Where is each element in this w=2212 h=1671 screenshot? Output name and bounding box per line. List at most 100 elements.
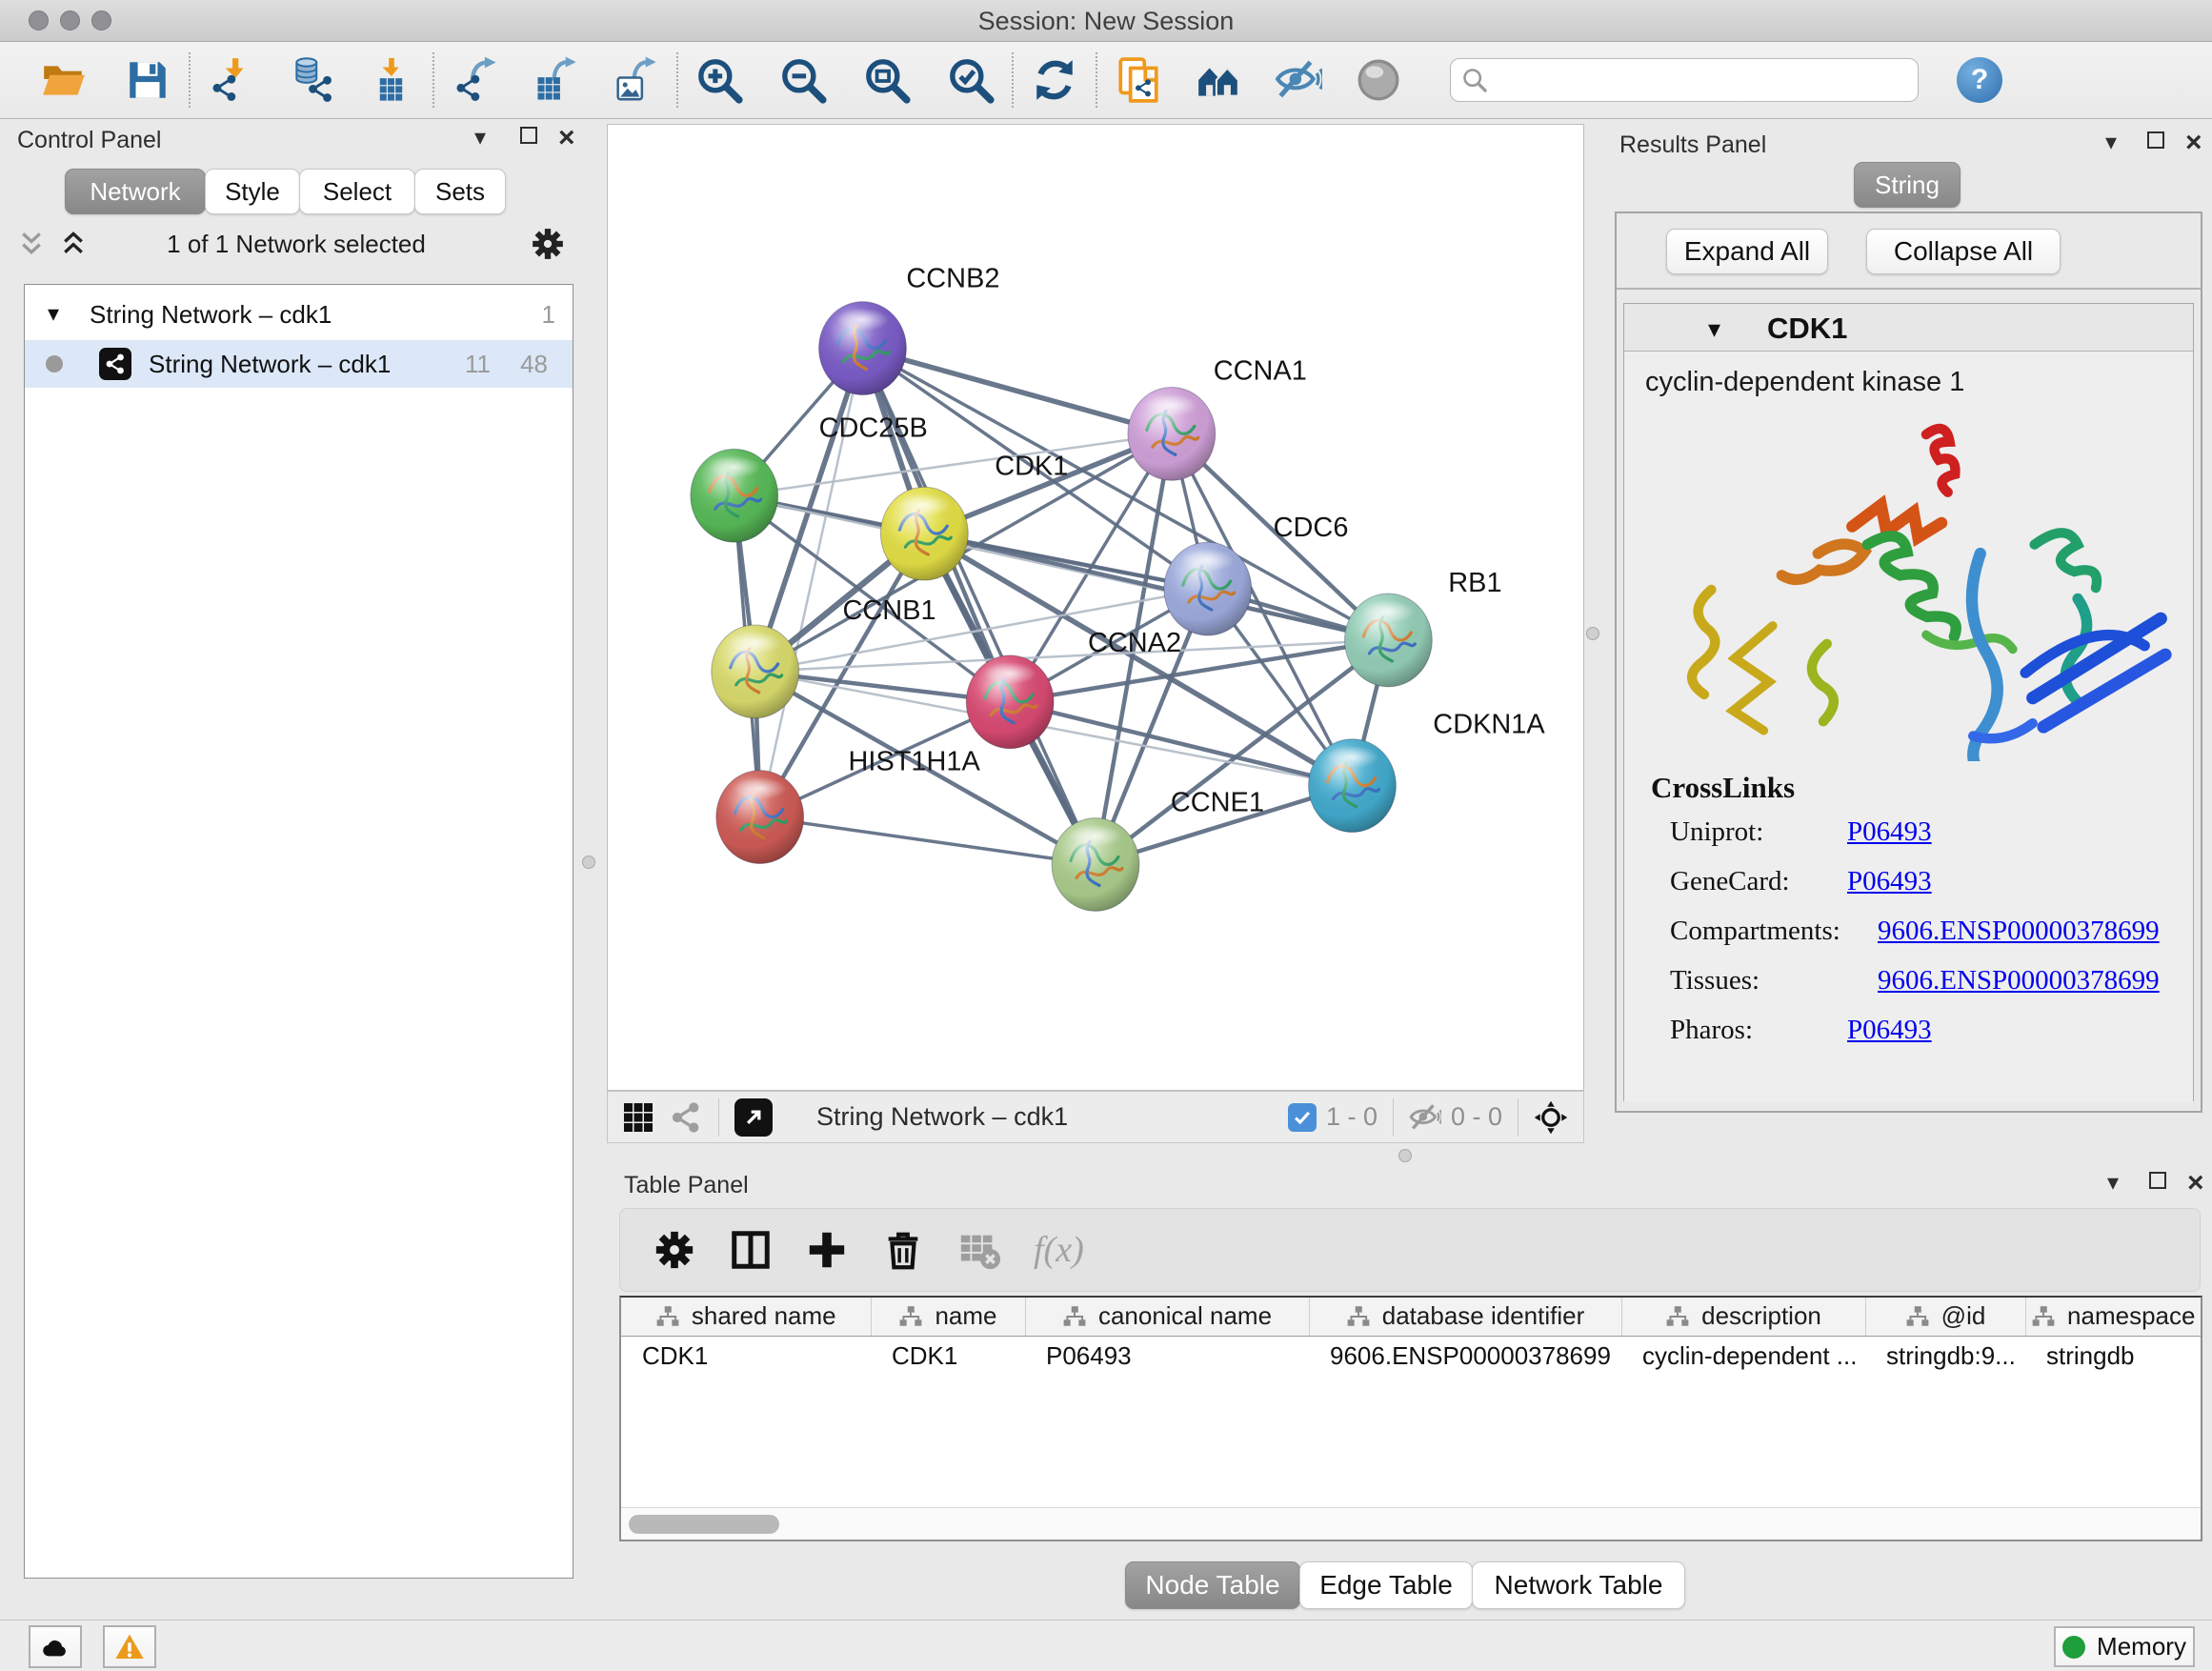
import-network-database-button[interactable] — [284, 52, 339, 108]
network-node-CCNB1[interactable] — [712, 625, 799, 718]
delete-column-trash-icon[interactable] — [881, 1228, 925, 1272]
hide-selected-button[interactable] — [1271, 52, 1326, 108]
table-panel-float-button[interactable] — [2149, 1172, 2166, 1194]
results-panel-float-button[interactable] — [2147, 131, 2164, 153]
export-image-button[interactable] — [608, 52, 663, 108]
tab-edge-table[interactable]: Edge Table — [1299, 1561, 1473, 1609]
cdk1-entry-header[interactable]: ▾ CDK1 — [1624, 304, 2193, 352]
import-table-file-button[interactable] — [364, 52, 419, 108]
tab-network-table[interactable]: Network Table — [1472, 1561, 1685, 1609]
create-column-plus-icon[interactable] — [805, 1228, 849, 1272]
zoom-selected-button[interactable] — [943, 52, 998, 108]
hidden-eye-slash-icon[interactable] — [1409, 1101, 1441, 1134]
column-header-namespace[interactable]: namespace — [2025, 1298, 2201, 1336]
zoom-in-button[interactable] — [692, 52, 747, 108]
selected-checkbox[interactable] — [1288, 1103, 1317, 1132]
node-label-CCNA2: CCNA2 — [1088, 628, 1181, 658]
zoom-out-button[interactable] — [775, 52, 831, 108]
birds-eye-crosshair-icon[interactable] — [1534, 1100, 1568, 1135]
cdk1-entry-content: cyclin-dependent kinase 1 — [1624, 352, 2193, 1102]
tab-sets[interactable]: Sets — [414, 169, 506, 214]
warnings-button[interactable] — [103, 1625, 156, 1668]
open-session-button[interactable] — [36, 52, 91, 108]
grid-view-icon[interactable] — [621, 1100, 655, 1135]
control-panel-close-button[interactable]: × — [558, 127, 575, 151]
network-node-CCNA2[interactable] — [966, 655, 1054, 749]
compartments-link[interactable]: 9606.ENSP00000378699 — [1878, 916, 2160, 947]
tab-network[interactable]: Network — [65, 169, 206, 214]
attribute-tree-icon — [655, 1304, 680, 1329]
network-node-HIST1H1A[interactable] — [716, 771, 804, 864]
attribute-tree-icon — [1062, 1304, 1087, 1329]
tab-string[interactable]: String — [1854, 162, 1961, 208]
scrollbar-thumb[interactable] — [629, 1515, 779, 1534]
column-header-canonical-name[interactable]: canonical name — [1025, 1298, 1309, 1336]
network-node-RB1[interactable] — [1344, 594, 1432, 687]
export-table-button[interactable] — [528, 52, 583, 108]
question-mark-icon: ? — [1971, 64, 1988, 96]
genecard-link[interactable]: P06493 — [1847, 866, 1932, 897]
show-columns-icon[interactable] — [729, 1228, 773, 1272]
help-button[interactable]: ? — [1957, 57, 2002, 103]
uniprot-link[interactable]: P06493 — [1847, 816, 1932, 848]
attribute-tree-icon — [1346, 1304, 1371, 1329]
table-options-gear-icon[interactable] — [653, 1228, 696, 1272]
attribute-tree-icon — [898, 1304, 923, 1329]
expand-all-button[interactable]: Expand All — [1666, 229, 1828, 274]
tissues-link[interactable]: 9606.ENSP00000378699 — [1878, 965, 2160, 997]
export-network-button[interactable] — [448, 52, 503, 108]
pharos-link[interactable]: P06493 — [1847, 1015, 1932, 1046]
results-panel-menu-button[interactable]: ▾ — [2105, 131, 2117, 154]
network-node-CDKN1A[interactable] — [1309, 739, 1397, 833]
tree-expand-caret-icon[interactable]: ▾ — [48, 300, 59, 328]
cloud-status-button[interactable] — [29, 1625, 82, 1668]
share-view-icon[interactable] — [669, 1100, 703, 1135]
tab-style[interactable]: Style — [205, 169, 300, 214]
table-panel-menu-button[interactable]: ▾ — [2107, 1172, 2119, 1195]
column-header-id[interactable]: @id — [1865, 1298, 2025, 1336]
network-view-title: String Network – cdk1 — [816, 1102, 1068, 1132]
detach-view-button[interactable] — [734, 1098, 773, 1137]
network-canvas[interactable]: CCNB2CCNA1CDC25BCDK1CDC6RB1CCNB1CCNA2CDK… — [607, 124, 1584, 1091]
network-row-selected[interactable]: String Network – cdk1 11 48 — [25, 340, 573, 388]
results-panel-close-button[interactable]: × — [2185, 131, 2202, 156]
main-toolbar: ? — [0, 42, 2212, 119]
column-header-shared-name[interactable]: shared name — [621, 1298, 871, 1336]
network-collection-row[interactable]: ▾ String Network – cdk1 1 — [25, 291, 573, 338]
update-network-button[interactable] — [1027, 52, 1082, 108]
tab-node-table[interactable]: Node Table — [1125, 1561, 1300, 1609]
column-header-description[interactable]: description — [1621, 1298, 1865, 1336]
tab-select[interactable]: Select — [299, 169, 415, 214]
control-panel-float-button[interactable] — [520, 127, 537, 149]
horizontal-scrollbar[interactable] — [621, 1507, 2201, 1540]
import-network-file-button[interactable] — [204, 52, 259, 108]
network-graph[interactable]: CCNB2CCNA1CDC25BCDK1CDC6RB1CCNB1CCNA2CDK… — [608, 125, 1583, 1090]
zoom-fit-button[interactable] — [859, 52, 915, 108]
entry-collapse-caret-icon[interactable]: ▾ — [1708, 314, 1720, 344]
network-node-CCNE1[interactable] — [1052, 818, 1139, 912]
clone-network-button[interactable] — [1111, 52, 1166, 108]
network-node-CCNB2[interactable] — [819, 302, 907, 395]
save-session-button[interactable] — [120, 52, 175, 108]
memory-button[interactable]: Memory — [2054, 1626, 2195, 1667]
bottom-splitter-handle[interactable] — [1398, 1149, 1412, 1162]
show-graphics-details-button[interactable] — [1351, 52, 1406, 108]
network-node-CDC25B[interactable] — [691, 449, 778, 542]
attribute-tree-icon — [1665, 1304, 1690, 1329]
column-header-database-identifier[interactable]: database identifier — [1309, 1298, 1621, 1336]
search-input[interactable] — [1450, 58, 1919, 102]
table-row[interactable]: CDK1 CDK1 P06493 9606.ENSP00000378699 cy… — [621, 1336, 2201, 1376]
column-header-name[interactable]: name — [871, 1298, 1025, 1336]
table-panel-close-button[interactable]: × — [2187, 1172, 2204, 1197]
network-node-CCNA1[interactable] — [1128, 387, 1216, 480]
right-splitter-handle[interactable] — [1586, 627, 1599, 640]
left-splitter-handle[interactable] — [582, 856, 595, 869]
control-panel-menu-button[interactable]: ▾ — [474, 127, 486, 150]
network-node-CDC6[interactable] — [1164, 542, 1252, 635]
first-neighbors-button[interactable] — [1191, 52, 1246, 108]
collapse-all-button[interactable]: Collapse All — [1866, 229, 2061, 274]
toolbar-separator — [1096, 52, 1097, 108]
network-node-CDK1[interactable] — [880, 487, 968, 580]
node-label-CDKN1A: CDKN1A — [1433, 710, 1545, 740]
network-options-gear-icon[interactable] — [530, 226, 566, 262]
